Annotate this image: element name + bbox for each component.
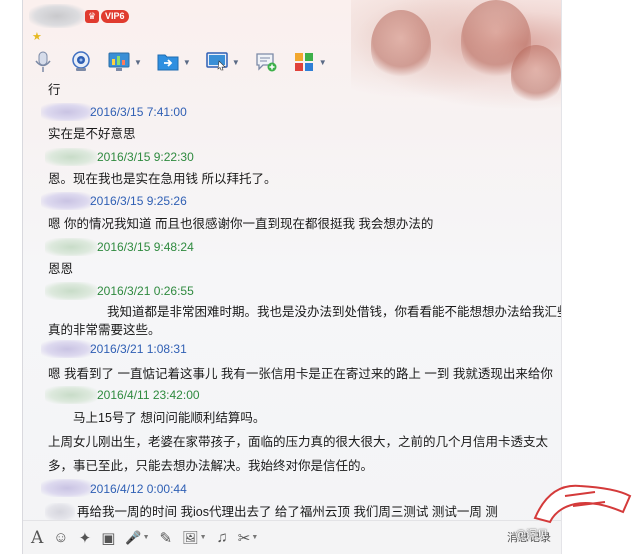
music-button[interactable]: ♫: [217, 529, 228, 546]
screen-share-icon: [108, 52, 130, 71]
vip-crown-icon: ♛: [85, 10, 99, 23]
magic-button[interactable]: ✦: [79, 529, 92, 547]
watermark-handle: @洞见: [515, 529, 549, 541]
sender-name-blurred: [41, 192, 93, 210]
emoji-icon: ☺: [53, 529, 69, 546]
webcam-icon: [72, 51, 90, 71]
contact-name-blurred: [29, 4, 85, 28]
message-text: 嗯 你的情况我知道 而且也很感谢你一直到现在都很挺我 我会想办法的: [48, 217, 434, 231]
screen-share-button[interactable]: ▼: [107, 48, 142, 76]
message-timestamp: 2016/4/11 23:42:00: [97, 388, 200, 402]
message-timestamp: 2016/4/12 0:00:44: [90, 482, 187, 496]
music-note-icon: ♫: [216, 529, 228, 546]
new-chat-icon: [256, 53, 277, 72]
sender-name-blurred: [41, 103, 93, 121]
chat-toolbar: ▼ ▼ ▼ ▼: [31, 47, 341, 77]
message-list[interactable]: 行 2016/3/15 7:41:00 实在是不好意思 2016/3/15 9:…: [23, 78, 562, 521]
message-text: 再给我一周的时间 我ios代理出去了 给了福州云顶 我们周三测试 测试一周 测: [77, 505, 498, 519]
sender-name-blurred: [45, 386, 97, 404]
message-timestamp: 2016/3/15 9:25:26: [90, 194, 187, 208]
screenshot-button[interactable]: ✂ ▼: [238, 529, 259, 547]
message-text: 多，事已至此，只能去想办法解决。我始终对你是信任的。: [48, 459, 374, 473]
sender-name-blurred: [41, 479, 93, 497]
star-icon[interactable]: ★: [32, 30, 42, 43]
video-call-button[interactable]: [69, 48, 93, 76]
font-icon: A: [31, 527, 44, 548]
voice-call-button[interactable]: [31, 48, 55, 76]
message-text: 真的非常需要这些。: [48, 323, 161, 337]
chevron-down-icon[interactable]: ▼: [143, 534, 150, 541]
chevron-down-icon[interactable]: ▼: [200, 534, 207, 541]
vip-badge[interactable]: ♛ VIP6: [85, 9, 129, 24]
message-text: 恩恩: [48, 262, 74, 276]
microphone-icon: 🎤: [125, 529, 142, 545]
magic-wand-icon: ✦: [78, 529, 92, 547]
watermark: @洞见: [495, 478, 638, 554]
chevron-down-icon[interactable]: ▼: [251, 534, 258, 541]
chevron-down-icon[interactable]: ▼: [134, 58, 142, 67]
message-text: 恩。现在我也是实在急用钱 所以拜托了。: [48, 172, 277, 186]
chat-window: ♛ VIP6 ★ ▼ ▼ ▼ ▼ 行 2016/3/15 7:41:00 实在是…: [22, 0, 562, 554]
message-timestamp: 2016/3/15 9:22:30: [97, 150, 194, 164]
message-timestamp: 2016/3/15 9:48:24: [97, 240, 194, 254]
watermark-logo: [533, 484, 632, 524]
shake-window-icon: ▣: [101, 529, 116, 547]
message-timestamp: 2016/3/21 0:26:55: [97, 284, 194, 298]
message-text: 嗯 我看到了 一直惦记着这事儿 我有一张信用卡是正在寄过来的路上 一到 我就透现…: [48, 367, 553, 381]
message-text: 我知道都是非常困难时期。我也是没办法到处借钱，你看看能不能想想办法给我汇些。: [107, 305, 562, 319]
sender-name-blurred: [41, 340, 93, 358]
apps-grid-icon: [294, 53, 313, 71]
chevron-down-icon[interactable]: ▼: [183, 58, 191, 67]
remote-desktop-button[interactable]: ▼: [205, 48, 240, 76]
sender-name-blurred: [45, 282, 97, 300]
pencil-icon: ✎: [159, 529, 173, 547]
scissors-icon: ✂: [237, 529, 251, 547]
input-toolbar: A ☺ ✦ ▣ 🎤 ▼ ✎ 🖼 ▼ ♫ ✂ ▼ 消息记录: [23, 520, 561, 554]
sender-name-blurred: [45, 238, 97, 256]
message-text: 马上15号了 想问问能顺利结算吗。: [73, 411, 266, 425]
file-transfer-icon: [157, 54, 179, 71]
font-button[interactable]: A: [31, 528, 43, 548]
message-text: 上周女儿刚出生，老婆在家带孩子，面临的压力真的很大很大，之前的几个月信用卡透支太: [48, 435, 549, 449]
emoji-button[interactable]: ☺: [53, 529, 68, 546]
shake-button[interactable]: ▣: [101, 529, 115, 547]
vip-label: VIP6: [101, 10, 129, 23]
chevron-down-icon[interactable]: ▼: [319, 58, 327, 67]
handwriting-button[interactable]: ✎: [160, 529, 173, 547]
image-icon: 🖼: [182, 529, 199, 545]
remote-desktop-icon: [206, 52, 228, 71]
sender-name-blurred: [45, 503, 75, 521]
microphone-icon: [35, 51, 51, 72]
send-file-button[interactable]: ▼: [156, 48, 191, 76]
message-text: 实在是不好意思: [48, 127, 136, 141]
apps-button[interactable]: ▼: [292, 48, 327, 76]
message-timestamp: 2016/3/15 7:41:00: [90, 105, 187, 119]
new-chat-button[interactable]: [254, 48, 278, 76]
voice-message-button[interactable]: 🎤 ▼: [125, 530, 149, 546]
chat-header: ♛ VIP6: [23, 0, 561, 32]
message-text: 行: [48, 83, 61, 97]
image-button[interactable]: 🖼 ▼: [182, 530, 206, 546]
sender-name-blurred: [45, 148, 97, 166]
message-timestamp: 2016/3/21 1:08:31: [90, 342, 187, 356]
chevron-down-icon[interactable]: ▼: [232, 58, 240, 67]
